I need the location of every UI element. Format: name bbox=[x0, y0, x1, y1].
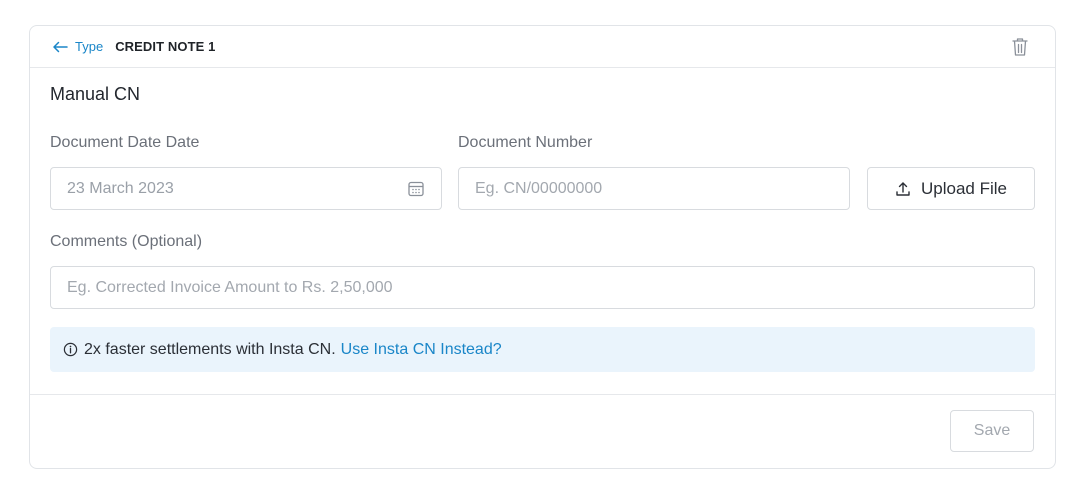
document-date-value: 23 March 2023 bbox=[67, 179, 174, 197]
back-link-label: Type bbox=[75, 39, 104, 54]
info-banner-text: 2x faster settlements with Insta CN. bbox=[84, 340, 336, 358]
trash-icon[interactable] bbox=[1011, 37, 1029, 62]
section-title: Manual CN bbox=[50, 84, 141, 104]
document-number-label: Document Number bbox=[458, 134, 593, 151]
card-header: Type CREDIT NOTE 1 bbox=[30, 26, 1055, 68]
credit-note-card: Type CREDIT NOTE 1 Manual CN Document Da… bbox=[29, 25, 1056, 469]
use-insta-cn-link[interactable]: Use Insta CN Instead? bbox=[341, 341, 502, 359]
document-date-label: Document Date Date bbox=[50, 134, 200, 151]
card-title: CREDIT NOTE 1 bbox=[115, 39, 216, 54]
document-number-input[interactable] bbox=[475, 179, 833, 198]
save-button[interactable]: Save bbox=[950, 410, 1034, 452]
comments-label: Comments (Optional) bbox=[50, 233, 203, 250]
card-footer: Save bbox=[30, 394, 1055, 469]
comments-field[interactable] bbox=[50, 266, 1035, 309]
arrow-left-icon bbox=[53, 41, 68, 52]
document-date-field[interactable]: 23 March 2023 bbox=[50, 167, 442, 210]
upload-file-label: Upload File bbox=[921, 178, 1007, 198]
calendar-icon[interactable] bbox=[407, 180, 425, 198]
info-banner: 2x faster settlements with Insta CN. Use… bbox=[50, 327, 1035, 372]
upload-file-button[interactable]: Upload File bbox=[867, 167, 1035, 210]
document-number-field[interactable] bbox=[458, 167, 850, 210]
info-icon bbox=[63, 342, 78, 357]
upload-icon bbox=[896, 181, 910, 196]
comments-input[interactable] bbox=[67, 278, 1018, 297]
back-to-type-link[interactable]: Type bbox=[52, 39, 103, 54]
